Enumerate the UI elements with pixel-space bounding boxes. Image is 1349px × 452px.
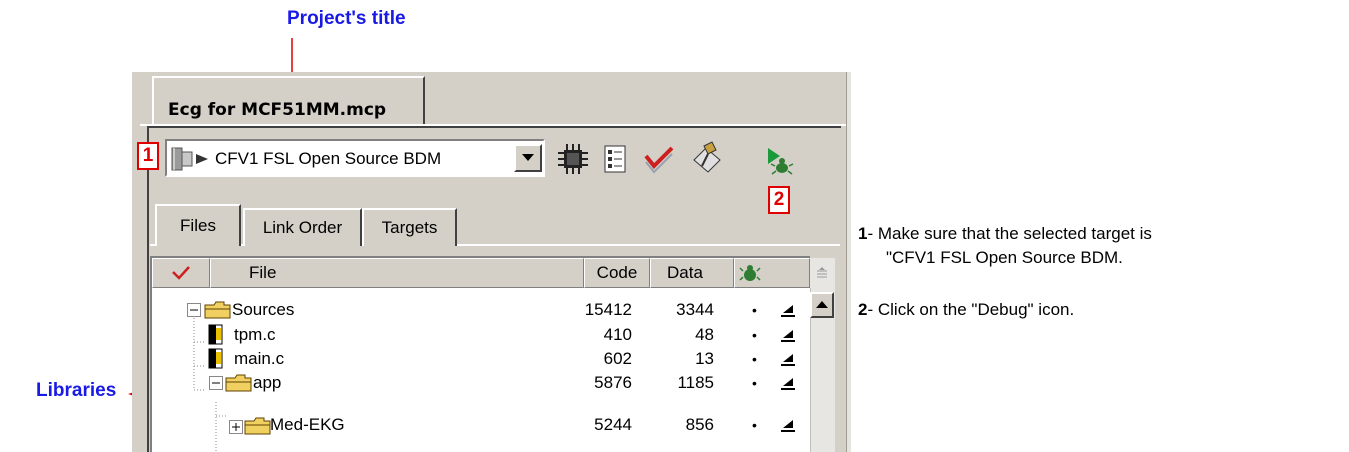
row-dot-main: • bbox=[752, 351, 757, 367]
badge-1: 1 bbox=[137, 142, 159, 170]
row-code-tpm: 410 bbox=[603, 325, 632, 344]
row-name-main[interactable]: main.c bbox=[234, 349, 284, 369]
file-icon bbox=[208, 348, 223, 369]
settings-document-icon[interactable] bbox=[598, 142, 632, 176]
bug-icon bbox=[739, 265, 761, 281]
tab-link-order[interactable]: Link Order bbox=[243, 208, 362, 246]
tab-targets[interactable]: Targets bbox=[362, 208, 457, 246]
menu-arrow-icon[interactable] bbox=[780, 304, 796, 318]
row-code-app: 5876 bbox=[594, 373, 632, 392]
target-select-value: CFV1 FSL Open Source BDM bbox=[215, 149, 442, 168]
collapse-icon[interactable] bbox=[187, 303, 201, 317]
instruction-1: 1- Make sure that the selected target is… bbox=[858, 222, 1152, 270]
make-icon[interactable] bbox=[690, 140, 724, 174]
scroll-header-corner bbox=[810, 258, 834, 288]
header-check-column[interactable] bbox=[152, 258, 210, 288]
libraries-annotation: Libraries bbox=[36, 380, 117, 401]
header-code[interactable]: Code bbox=[584, 258, 650, 288]
instruction-2-line1: Click on the "Debug" icon. bbox=[873, 300, 1075, 319]
instruction-1-line1: Make sure that the selected target is bbox=[873, 224, 1152, 243]
menu-arrow-icon[interactable] bbox=[780, 419, 796, 433]
window-edge bbox=[846, 72, 851, 452]
check-syntax-icon[interactable] bbox=[642, 142, 676, 176]
tab-link-order-label: Link Order bbox=[262, 218, 343, 237]
tab-files[interactable]: Files bbox=[155, 204, 241, 246]
debug-icon[interactable] bbox=[762, 144, 796, 178]
row-dot-med-ekg: • bbox=[752, 417, 757, 433]
row-data-main: 13 bbox=[695, 349, 714, 368]
tab-files-label: Files bbox=[180, 216, 216, 235]
row-name-med-ekg[interactable]: Med-EKG bbox=[270, 415, 345, 435]
folder-icon bbox=[225, 374, 252, 392]
tab-targets-label: Targets bbox=[381, 218, 438, 237]
row-data-tpm: 48 bbox=[695, 325, 714, 344]
header-debug-column[interactable] bbox=[734, 258, 810, 288]
menu-arrow-icon[interactable] bbox=[780, 329, 796, 343]
instruction-2: 2- Click on the "Debug" icon. bbox=[858, 298, 1074, 322]
file-icon bbox=[208, 324, 223, 345]
project-tab-label: Ecg for MCF51MM.mcp bbox=[168, 100, 387, 120]
instruction-1-line2: "CFV1 FSL Open Source BDM. bbox=[886, 248, 1123, 267]
menu-arrow-icon[interactable] bbox=[780, 353, 796, 367]
header-data[interactable]: Data bbox=[650, 258, 734, 288]
row-dot-app: • bbox=[752, 375, 757, 391]
folder-icon bbox=[244, 417, 271, 435]
row-code-sources: 15412 bbox=[584, 300, 632, 319]
menu-arrow-icon[interactable] bbox=[780, 377, 796, 391]
project-title-annotation: Project's title bbox=[287, 8, 406, 29]
chevron-up-icon bbox=[816, 301, 828, 308]
row-data-app: 1185 bbox=[677, 373, 714, 392]
row-name-tpm[interactable]: tpm.c bbox=[234, 325, 276, 345]
folder-icon bbox=[204, 301, 231, 319]
row-dot-sources: • bbox=[752, 302, 757, 318]
scroll-grip-icon bbox=[817, 267, 827, 278]
chip-icon[interactable] bbox=[556, 142, 590, 176]
row-code-main: 602 bbox=[603, 349, 632, 368]
row-code-med-ekg: 5244 bbox=[594, 415, 632, 434]
target-dropdown-button[interactable] bbox=[514, 144, 542, 172]
badge-2: 2 bbox=[768, 186, 790, 214]
row-dot-tpm: • bbox=[752, 327, 757, 343]
row-name-app[interactable]: app bbox=[253, 373, 281, 393]
chevron-down-icon bbox=[522, 154, 534, 161]
collapse-icon[interactable] bbox=[209, 376, 223, 390]
row-data-sources: 3344 bbox=[676, 300, 714, 319]
target-plug-icon bbox=[171, 147, 208, 171]
row-data-med-ekg: 856 bbox=[685, 415, 714, 434]
scroll-up-button[interactable] bbox=[810, 292, 834, 318]
checkmark-icon bbox=[172, 266, 190, 280]
expand-icon[interactable] bbox=[229, 420, 243, 434]
row-name-sources[interactable]: Sources bbox=[232, 300, 294, 320]
header-file[interactable]: File bbox=[210, 258, 584, 288]
